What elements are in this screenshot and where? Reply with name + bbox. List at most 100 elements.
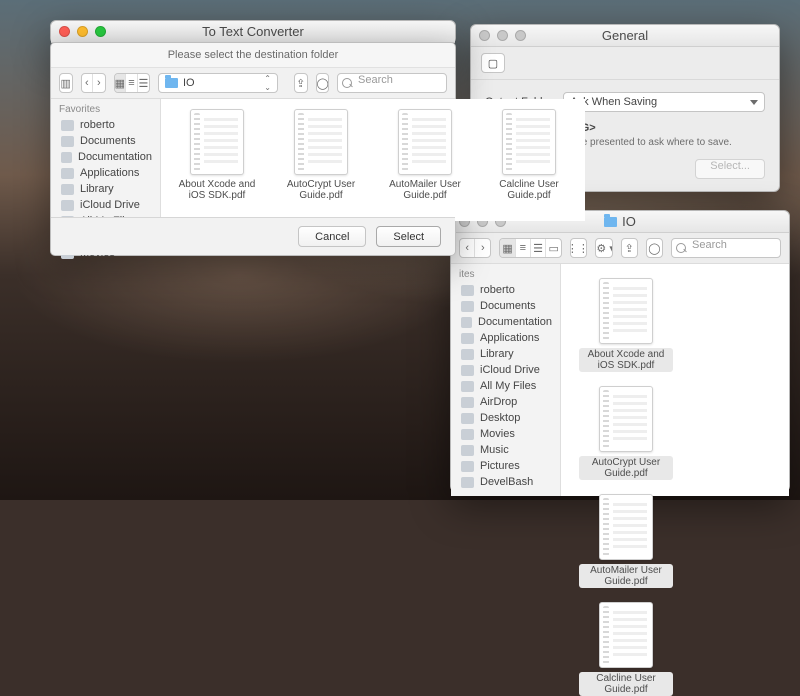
sidebar-item[interactable]: Pictures <box>451 458 560 474</box>
minimize-icon[interactable] <box>497 30 508 41</box>
sidebar-item-label: DevelBash <box>480 476 533 488</box>
folder-icon <box>165 78 178 88</box>
cancel-button[interactable]: Cancel <box>298 226 366 247</box>
sidebar-item[interactable]: Applications <box>51 165 160 181</box>
sidebar-item-label: Movies <box>480 428 515 440</box>
sidebar-item[interactable]: roberto <box>51 117 160 133</box>
window-title: General <box>602 28 648 43</box>
arrange-menu[interactable]: ⋮⋮ ▾ <box>570 238 587 258</box>
file-name: AutoCrypt User Guide.pdf <box>579 456 673 480</box>
sidebar-item[interactable]: iCloud Drive <box>51 197 160 213</box>
sidebar-item-icon <box>461 445 474 456</box>
sidebar-item-label: Applications <box>80 167 139 179</box>
file-thumbnail-icon <box>190 109 244 175</box>
finder-sidebar: ites robertoDocumentsDocumentationApplic… <box>451 264 561 496</box>
sidebar-item[interactable]: Documents <box>451 298 560 314</box>
sidebar-item-label: Documentation <box>478 316 552 328</box>
file-item[interactable]: About Xcode and iOS SDK.pdf <box>175 109 259 201</box>
file-name: Calcline User Guide.pdf <box>487 179 571 201</box>
sidebar-item-label: Documents <box>480 300 536 312</box>
view-switcher[interactable]: ▦≡☰▭ <box>499 238 562 258</box>
file-name: Calcline User Guide.pdf <box>579 672 673 696</box>
select-folder-button: Select... <box>695 159 765 179</box>
file-name: AutoMailer User Guide.pdf <box>579 564 673 588</box>
sidebar-item-icon <box>461 477 474 488</box>
file-item[interactable]: AutoCrypt User Guide.pdf <box>579 386 673 480</box>
view-switcher[interactable]: ▦≡☰ <box>114 73 151 93</box>
path-popup-value: IO <box>183 77 195 89</box>
sidebar-item-label: roberto <box>80 119 115 131</box>
file-name: About Xcode and iOS SDK.pdf <box>175 179 259 201</box>
sidebar-item-icon <box>461 397 474 408</box>
sidebar-item-icon <box>61 168 74 179</box>
titlebar[interactable]: General <box>471 25 779 47</box>
file-thumbnail-icon <box>294 109 348 175</box>
file-item[interactable]: Calcline User Guide.pdf <box>487 109 571 201</box>
share-button[interactable]: ⇪ <box>621 238 638 258</box>
sidebar-item[interactable]: Library <box>51 181 160 197</box>
file-item[interactable]: About Xcode and iOS SDK.pdf <box>579 278 673 372</box>
sidebar-item-label: All My Files <box>480 380 536 392</box>
zoom-icon[interactable] <box>515 30 526 41</box>
file-thumbnail-icon <box>599 386 653 452</box>
finder-toolbar: ‹› ▦≡☰▭ ⋮⋮ ▾ ⚙ ▾ ⇪ ◯ Search <box>451 233 789 264</box>
sidebar-item[interactable]: Documentation <box>51 149 160 165</box>
sidebar-item-label: roberto <box>480 284 515 296</box>
sidebar-item[interactable]: Music <box>451 442 560 458</box>
output-folder-popup[interactable]: Ask When Saving <box>563 92 765 112</box>
search-input[interactable]: Search <box>671 238 781 258</box>
sidebar-item[interactable]: Documents <box>51 133 160 149</box>
sidebar-item-label: AirDrop <box>480 396 517 408</box>
sidebar-item-label: Applications <box>480 332 539 344</box>
sidebar-item[interactable]: Applications <box>451 330 560 346</box>
close-icon[interactable] <box>59 26 70 37</box>
sidebar-item[interactable]: AirDrop <box>451 394 560 410</box>
sheet-file-grid[interactable]: About Xcode and iOS SDK.pdf AutoCrypt Use… <box>161 99 585 221</box>
zoom-icon[interactable] <box>95 26 106 37</box>
sidebar-item[interactable]: DevelBash <box>451 474 560 490</box>
tags-button[interactable]: ◯ <box>646 238 663 258</box>
file-name: AutoMailer User Guide.pdf <box>383 179 467 201</box>
select-button[interactable]: Select <box>376 226 441 247</box>
converter-window: To Text Converter <box>50 20 456 44</box>
folder-icon <box>604 217 617 227</box>
sidebar-item-icon <box>461 429 474 440</box>
sidebar-toggle[interactable]: ▥ <box>59 73 73 93</box>
window-title: IO <box>622 214 636 229</box>
sidebar-item-icon <box>461 333 474 344</box>
path-popup[interactable]: IO ⌃⌄ <box>158 73 278 93</box>
file-name: AutoCrypt User Guide.pdf <box>279 179 363 201</box>
file-thumbnail-icon <box>502 109 556 175</box>
file-item[interactable]: AutoMailer User Guide.pdf <box>579 494 673 588</box>
titlebar[interactable]: To Text Converter <box>51 21 455 43</box>
tags-button[interactable]: ◯ <box>316 73 330 93</box>
general-tab-icon[interactable]: ▢ <box>481 53 505 73</box>
file-thumbnail-icon <box>599 494 653 560</box>
file-item[interactable]: AutoCrypt User Guide.pdf <box>279 109 363 201</box>
sidebar-item-icon <box>461 413 474 424</box>
sidebar-item[interactable]: roberto <box>451 282 560 298</box>
file-thumbnail-icon <box>398 109 452 175</box>
sheet-message: Please select the destination folder <box>51 43 455 68</box>
sidebar-item[interactable]: Documentation <box>451 314 560 330</box>
sidebar-item[interactable]: All My Files <box>451 378 560 394</box>
finder-window: IO ‹› ▦≡☰▭ ⋮⋮ ▾ ⚙ ▾ ⇪ ◯ Search ites robe… <box>450 210 790 492</box>
sidebar-item[interactable]: Movies <box>451 426 560 442</box>
search-input[interactable]: Search <box>337 73 447 93</box>
sidebar-item[interactable]: iCloud Drive <box>451 362 560 378</box>
nav-buttons[interactable]: ‹› <box>459 238 491 258</box>
sidebar-item-label: Library <box>480 348 514 360</box>
file-item[interactable]: Calcline User Guide.pdf <box>579 602 673 696</box>
sidebar-item-icon <box>61 152 72 163</box>
sidebar-item[interactable]: Desktop <box>451 410 560 426</box>
sidebar-item-label: iCloud Drive <box>480 364 540 376</box>
finder-file-grid[interactable]: About Xcode and iOS SDK.pdf AutoCrypt Use… <box>561 264 789 496</box>
sidebar-item[interactable]: Library <box>451 346 560 362</box>
file-item[interactable]: AutoMailer User Guide.pdf <box>383 109 467 201</box>
window-title: To Text Converter <box>202 24 304 39</box>
minimize-icon[interactable] <box>77 26 88 37</box>
close-icon[interactable] <box>479 30 490 41</box>
share-button[interactable]: ⇪ <box>294 73 308 93</box>
action-menu[interactable]: ⚙ ▾ <box>595 238 612 258</box>
nav-buttons[interactable]: ‹› <box>81 73 106 93</box>
